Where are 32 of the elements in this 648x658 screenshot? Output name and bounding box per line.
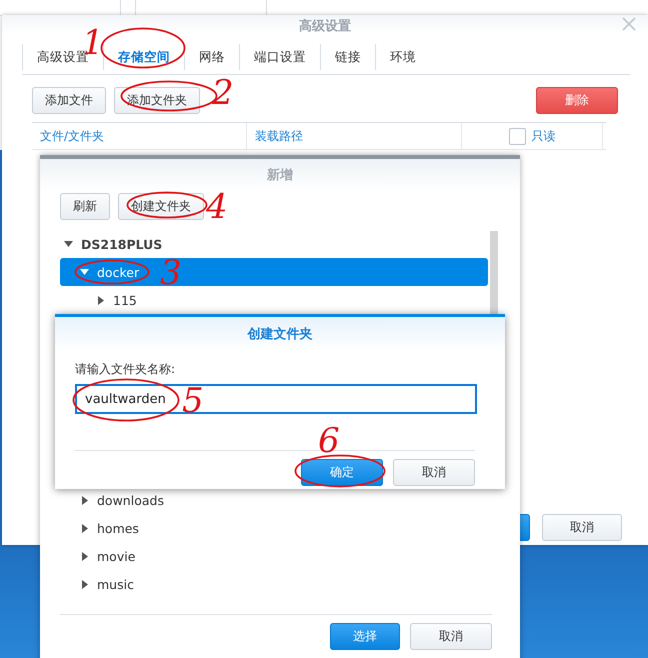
annotation-number: 6	[318, 424, 340, 458]
caret-icon[interactable]	[80, 269, 89, 275]
toolbar-button[interactable]: 刷新	[60, 193, 110, 220]
cancel-button[interactable]: 取消	[542, 514, 622, 541]
column-header[interactable]: 文件/文件夹	[32, 123, 247, 149]
caret-icon[interactable]	[82, 580, 88, 588]
annotation-number: 2	[212, 76, 234, 110]
checkbox-label: 只读	[532, 128, 556, 144]
window-title: 高级设置	[299, 18, 351, 35]
tab[interactable]: 环境	[375, 44, 430, 70]
tree-item[interactable]: movie	[60, 542, 488, 570]
dialog-title: 创建文件夹	[55, 317, 505, 351]
tab[interactable]: 网络	[184, 44, 239, 70]
dialog-title: 新增	[40, 159, 520, 191]
caret-icon[interactable]	[98, 296, 104, 304]
column-header[interactable]: 装载路径	[247, 123, 462, 149]
tab[interactable]: 链接	[320, 44, 375, 70]
caret-icon[interactable]	[82, 496, 88, 504]
tree-item[interactable]: DS218PLUS	[60, 230, 488, 258]
caret-icon[interactable]	[82, 524, 88, 532]
field-label: 请输入文件夹名称:	[75, 361, 176, 378]
cancel-button[interactable]: 取消	[410, 623, 492, 650]
tab[interactable]: 端口设置	[239, 44, 320, 70]
tree-item[interactable]: downloads	[60, 486, 488, 514]
caret-icon[interactable]	[64, 241, 73, 247]
tree-item[interactable]: homes	[60, 514, 488, 542]
caret-icon[interactable]	[82, 552, 88, 560]
toolbar-button[interactable]: 添加文件	[32, 87, 106, 114]
tree-item[interactable]: music	[60, 570, 488, 598]
cancel-button[interactable]: 取消	[393, 459, 475, 486]
annotation-number: 4	[206, 190, 228, 224]
checkbox[interactable]	[508, 128, 526, 144]
